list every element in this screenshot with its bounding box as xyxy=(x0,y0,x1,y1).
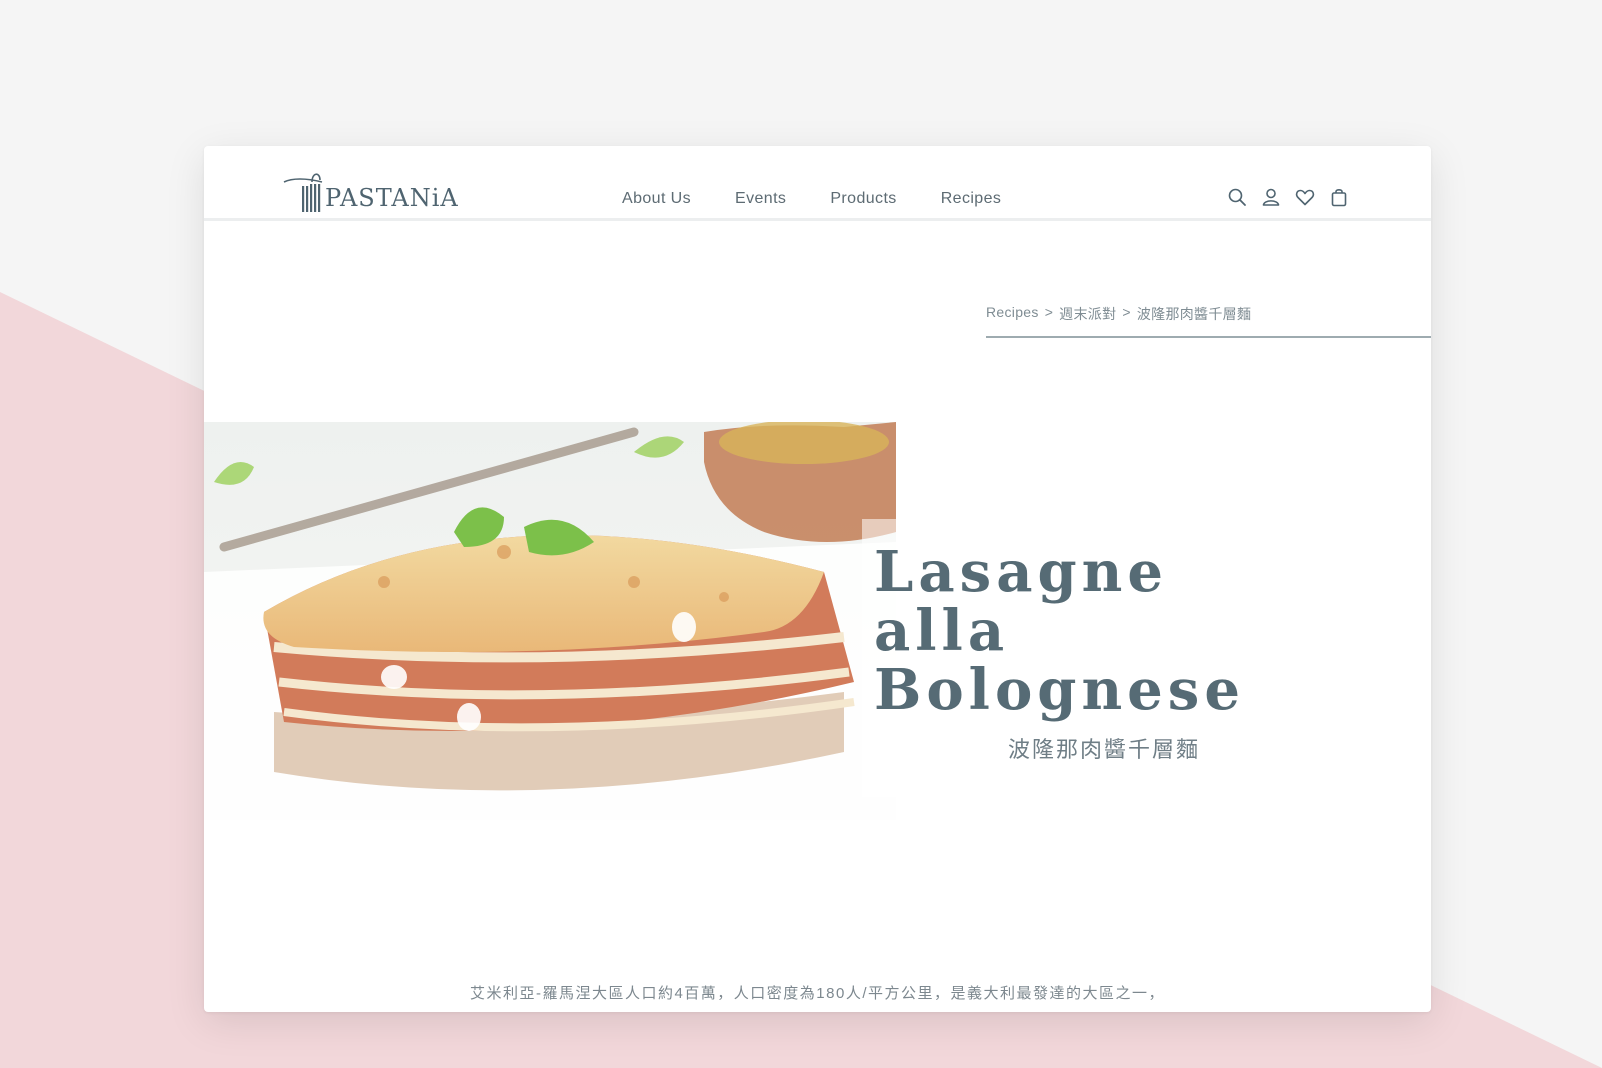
lasagne-photo xyxy=(204,422,896,820)
recipe-title-line: Lasagne xyxy=(874,539,1168,605)
site-header: PASTANiA About Us Events Products Recipe… xyxy=(204,146,1431,221)
nav-products[interactable]: Products xyxy=(830,190,896,208)
recipe-title: Lasagne alla Bolognese xyxy=(874,543,1294,720)
breadcrumb-recipes[interactable]: Recipes xyxy=(986,304,1039,320)
breadcrumb-separator: > xyxy=(1122,304,1131,320)
breadcrumb-current: 波隆那肉醬千層麵 xyxy=(1136,306,1252,322)
user-icon[interactable] xyxy=(1261,187,1281,207)
shopping-bag-icon[interactable] xyxy=(1329,187,1349,207)
header-actions xyxy=(1227,187,1349,207)
recipe-intro: 艾米利亞-羅馬涅大區人口約4百萬，人口密度為180人/平方公里，是義大利最發達的… xyxy=(469,985,1166,1002)
main-nav: About Us Events Products Recipes xyxy=(622,190,1001,208)
nav-about-us[interactable]: About Us xyxy=(622,190,691,208)
breadcrumb-weekend-party[interactable]: 週末派對 xyxy=(1059,304,1116,324)
search-icon[interactable] xyxy=(1227,187,1247,207)
breadcrumb: Recipes > 週末派對 > 波隆那肉醬千層麵 xyxy=(986,304,1431,338)
logo-mark-icon xyxy=(283,173,323,212)
recipe-title-line: Bolognese xyxy=(874,657,1245,723)
pastania-logo[interactable]: PASTANiA xyxy=(282,168,459,214)
backdrop: PASTANiA About Us Events Products Recipe… xyxy=(0,0,1602,1068)
browser-page: PASTANiA About Us Events Products Recipe… xyxy=(204,146,1431,1012)
logo-wordmark: PASTANiA xyxy=(325,184,459,212)
nav-recipes[interactable]: Recipes xyxy=(941,190,1002,208)
heart-icon[interactable] xyxy=(1295,187,1315,207)
recipe-subtitle: 波隆那肉醬千層麵 xyxy=(1008,737,1201,762)
recipe-title-line: alla xyxy=(874,598,1010,664)
nav-events[interactable]: Events xyxy=(735,190,786,208)
breadcrumb-separator: > xyxy=(1044,304,1054,320)
